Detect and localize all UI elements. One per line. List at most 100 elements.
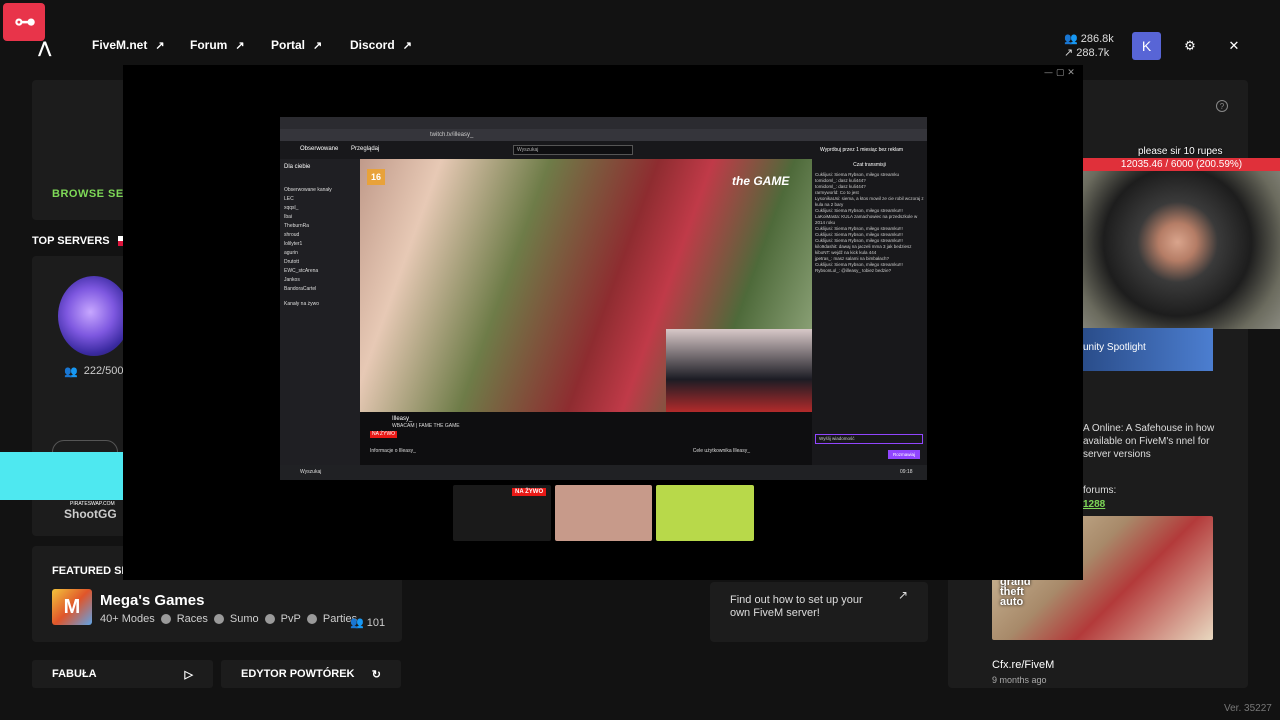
side-channel[interactable]: LEC	[284, 195, 356, 204]
browser-tab-strip[interactable]	[280, 117, 927, 129]
players-icon: 👥	[1064, 33, 1078, 45]
forums-label: forums:	[1083, 485, 1117, 496]
app-logo: ⊶	[3, 3, 45, 41]
side-channel[interactable]: xqqsl_	[284, 204, 356, 213]
donation-goal-bar: 12035.46 / 6000 (200.59%)	[1083, 158, 1280, 171]
community-spotlight-banner[interactable]: unity Spotlight	[1083, 328, 1213, 371]
top-servers-title: TOP SERVERS	[32, 235, 110, 247]
refresh-icon: ↻	[371, 668, 381, 681]
browse-servers-label[interactable]: BROWSE SER	[52, 188, 132, 200]
settings-gear-icon[interactable]: ⚙	[1176, 32, 1204, 60]
nav-label: FiveM.net	[92, 38, 148, 52]
twitch-search-input[interactable]: Wyszukaj	[513, 145, 633, 155]
chat-message: LaKoiMasta: KULA zamachowiec na przedszk…	[815, 214, 918, 225]
fabula-button[interactable]: FABUŁA ▷	[32, 660, 213, 688]
megas-games-logo: M	[52, 589, 92, 625]
age-rating-badge: 16	[367, 169, 385, 185]
server-player-count: 222/500	[83, 365, 124, 377]
players-icon: 👥	[350, 617, 364, 629]
side-title: Dla ciebie	[284, 164, 311, 170]
replay-editor-button[interactable]: EDYTOR POWTÓREK ↻	[221, 660, 401, 688]
twitch-chat: Czat transmisji Cuklijusi: Siema Rybson,…	[812, 159, 927, 465]
play-icon: ▷	[184, 668, 193, 681]
external-link-icon: ↗	[898, 588, 909, 602]
cfx-post-time: 9 months ago	[992, 675, 1047, 685]
setup-server-text: Find out how to set up your own FiveM se…	[730, 594, 863, 619]
top-servers-header: TOP SERVERS	[32, 235, 132, 247]
nav-discord[interactable]: Discord ↗	[350, 38, 412, 52]
tag-pvp: PvP	[280, 613, 301, 625]
browser-address-bar[interactable]: twitch.tv/illeasy_	[280, 129, 927, 141]
nav-label: Discord	[350, 38, 395, 52]
nav-forum[interactable]: Forum ↗	[190, 38, 245, 52]
tag-dot-icon	[160, 614, 171, 624]
live-badge: NA ŻYWO	[512, 488, 547, 496]
side-channel[interactable]: BandoraCartel	[284, 285, 356, 294]
players-count: 286.8k	[1080, 33, 1114, 45]
streamer-name[interactable]: Illeasy_	[392, 416, 802, 423]
chat-send-button[interactable]: Rozmawiaj	[888, 450, 920, 459]
participant-thumb-avatar[interactable]	[555, 485, 652, 541]
external-link-icon: ↗	[155, 39, 165, 52]
nav-fivem-net[interactable]: FiveM.net ↗	[92, 38, 165, 52]
nav-followed[interactable]: Obserwowane	[300, 146, 338, 152]
goals-label[interactable]: Cele użytkownika Illeasy_	[693, 448, 750, 455]
tag-dot-icon	[213, 614, 224, 624]
about-label[interactable]: Informacje o Illeasy_	[370, 448, 416, 455]
taskbar-search[interactable]: Wyszukaj	[300, 469, 321, 475]
side-live-title: Kanały na żywo	[284, 301, 320, 307]
side-channel[interactable]: Ibai	[284, 213, 356, 222]
cfx-post-title[interactable]: Cfx.re/FiveM	[992, 659, 1054, 671]
count-value: 101	[366, 617, 386, 629]
twitch-nav: Obserwowane Przeglądaj Wyszukaj Wypróbuj…	[280, 141, 927, 159]
servers-icon: ↗	[1064, 47, 1074, 59]
game-logo: the GAME	[732, 174, 790, 188]
chat-message: LysonikaUsi: siema, a ktos mowil ze cie …	[815, 196, 924, 207]
forums-link-block: forums: 1288	[1083, 484, 1116, 512]
external-link-icon: ↗	[402, 39, 412, 52]
server-banner-gorilla	[58, 276, 130, 356]
nav-label: Forum	[190, 38, 228, 52]
side-channel[interactable]: lolilyter1	[284, 240, 356, 249]
stream-caption: please sir 10 rupes	[1138, 146, 1223, 157]
promo-text[interactable]: Wypróbuj przez 1 miesiąc bez reklam	[820, 147, 903, 153]
external-link-icon: ↗	[235, 39, 245, 52]
featured-server-name[interactable]: Mega's Games	[100, 592, 204, 609]
side-channel[interactable]: Drutott	[284, 258, 356, 267]
help-icon[interactable]: ?	[1216, 100, 1228, 112]
streamer-webcam	[1083, 171, 1280, 329]
side-channel[interactable]: agurin	[284, 249, 356, 258]
fivem-logo-icon[interactable]: ⋀	[38, 38, 54, 57]
tag-races: Races	[176, 613, 208, 625]
taskbar-clock: 09:18	[900, 469, 913, 475]
replay-editor-label: EDYTOR POWTÓREK	[241, 668, 355, 680]
side-channel[interactable]: shroud	[284, 231, 356, 240]
chat-input[interactable]: Wyślij wiadomość	[815, 434, 923, 444]
nav-browse[interactable]: Przeglądaj	[351, 146, 379, 152]
version-label: Ver. 35227	[1224, 703, 1272, 714]
user-avatar[interactable]: K	[1132, 32, 1161, 60]
player-stats: 👥 286.8k ↗ 288.7k	[1064, 32, 1114, 60]
window-controls[interactable]: — ▢ ✕	[1044, 68, 1075, 78]
top-bar: ⊶ ⋀ FiveM.net ↗ Forum ↗ Portal ↗ Discord…	[0, 0, 1280, 64]
side-section: Obserwowane kanały	[284, 187, 332, 193]
close-icon[interactable]: ✕	[1220, 32, 1248, 60]
nav-portal[interactable]: Portal ↗	[271, 38, 322, 52]
server-players: 👥 222/500	[64, 365, 123, 378]
server-name[interactable]: ShootGG	[64, 507, 117, 521]
external-link-icon: ↗	[313, 39, 323, 52]
gta-logo: grand theft auto	[1000, 576, 1031, 608]
chat-message: RybsonLol_: @illeasy_ tobiez bedzie?	[815, 268, 892, 273]
participant-thumb-shrek[interactable]	[656, 485, 754, 541]
nav-label: Portal	[271, 38, 306, 52]
forums-link[interactable]: 1288	[1083, 498, 1116, 512]
side-channel[interactable]: EWC_stcArena	[284, 267, 356, 276]
windows-taskbar: Wyszukaj 09:18	[280, 465, 927, 480]
featured-player-count: 👥 101	[350, 616, 385, 629]
shared-browser: twitch.tv/illeasy_ Obserwowane Przegląda…	[280, 117, 927, 480]
tag-dot-icon	[306, 614, 317, 624]
side-channel[interactable]: Jankos	[284, 276, 356, 285]
community-spotlight-label: unity Spotlight	[1083, 342, 1146, 353]
side-channel[interactable]: TheburnRa	[284, 222, 356, 231]
news-article-text[interactable]: A Online: A Safehouse in how available o…	[1083, 422, 1223, 461]
